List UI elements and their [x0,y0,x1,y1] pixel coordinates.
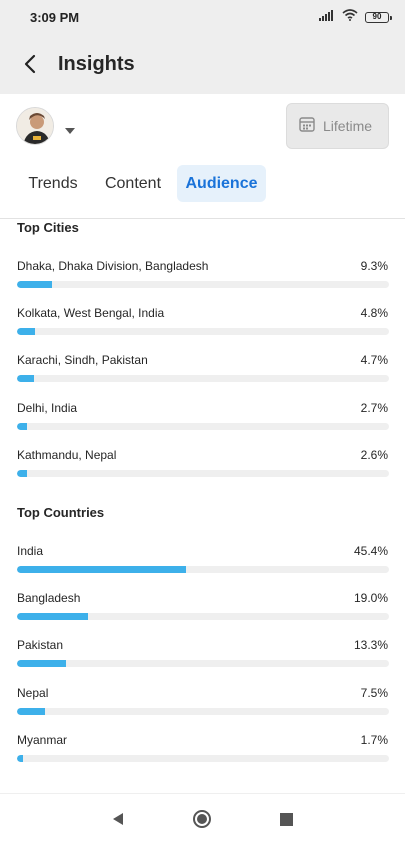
calendar-icon [299,116,315,137]
country-bar-track [17,708,389,715]
nav-home-icon[interactable] [190,807,214,831]
caret-down-icon[interactable] [64,122,76,140]
status-bar: 3:09 PM 90 [0,0,405,34]
country-percent: 1.7% [360,733,388,747]
city-bar-fill [17,470,27,477]
status-time: 3:09 PM [30,10,80,25]
city-bar-track [17,281,389,288]
tab-trends[interactable]: Trends [18,165,88,202]
city-bar-track [17,423,389,430]
country-bar-fill [17,660,67,667]
city-percent: 9.3% [360,259,388,273]
city-bar-fill [17,423,28,430]
status-icons: 90 [319,8,392,26]
back-arrow-icon[interactable] [18,52,42,76]
city-percent: 2.6% [360,448,388,462]
app-header: Insights [0,34,405,94]
period-filter-label: Lifetime [323,118,373,134]
city-percent: 4.8% [360,306,388,320]
tab-audience[interactable]: Audience [177,165,266,202]
profile-filter-row: Lifetime [0,94,405,164]
top-cities-title: Top Cities [17,220,79,235]
battery-level: 90 [372,12,382,21]
period-filter-button[interactable]: Lifetime [286,103,389,149]
page-title: Insights [58,53,135,75]
city-bar-track [17,375,389,382]
city-bar-fill [17,375,35,382]
nav-recents-icon[interactable] [274,807,298,831]
city-percent: 2.7% [360,401,388,415]
divider [0,218,405,219]
country-bar-track [17,566,389,573]
wifi-icon [342,8,358,26]
city-bar-track [17,470,389,477]
top-countries-title: Top Countries [17,505,105,520]
country-bar-fill [17,708,45,715]
country-percent: 45.4% [353,544,388,558]
avatar[interactable] [16,107,54,145]
country-bar-fill [17,613,88,620]
city-bar-fill [17,328,35,335]
country-name: Nepal [17,686,49,700]
country-bar-track [17,613,389,620]
country-bar-track [17,755,389,762]
battery-icon: 90 [365,11,392,23]
city-name: Kolkata, West Bengal, India [17,306,165,320]
city-name: Karachi, Sindh, Pakistan [17,353,148,367]
city-percent: 4.7% [360,353,388,367]
insights-tabs: Trends Content Audience [0,165,405,205]
country-percent: 7.5% [360,686,388,700]
country-bar-fill [17,566,186,573]
system-nav-bar [0,793,405,843]
country-name: Bangladesh [17,591,81,605]
city-bar-track [17,328,389,335]
city-bar-fill [17,281,52,288]
city-name: Delhi, India [17,401,78,415]
country-bar-track [17,660,389,667]
city-name: Dhaka, Dhaka Division, Bangladesh [17,259,209,273]
signal-icon [319,8,335,26]
country-name: Myanmar [17,733,68,747]
country-percent: 13.3% [353,638,388,652]
country-percent: 19.0% [353,591,388,605]
country-name: Pakistan [17,638,64,652]
tab-content[interactable]: Content [96,165,170,202]
city-name: Kathmandu, Nepal [17,448,117,462]
nav-back-icon[interactable] [106,807,130,831]
country-name: India [17,544,44,558]
country-bar-fill [17,755,24,762]
